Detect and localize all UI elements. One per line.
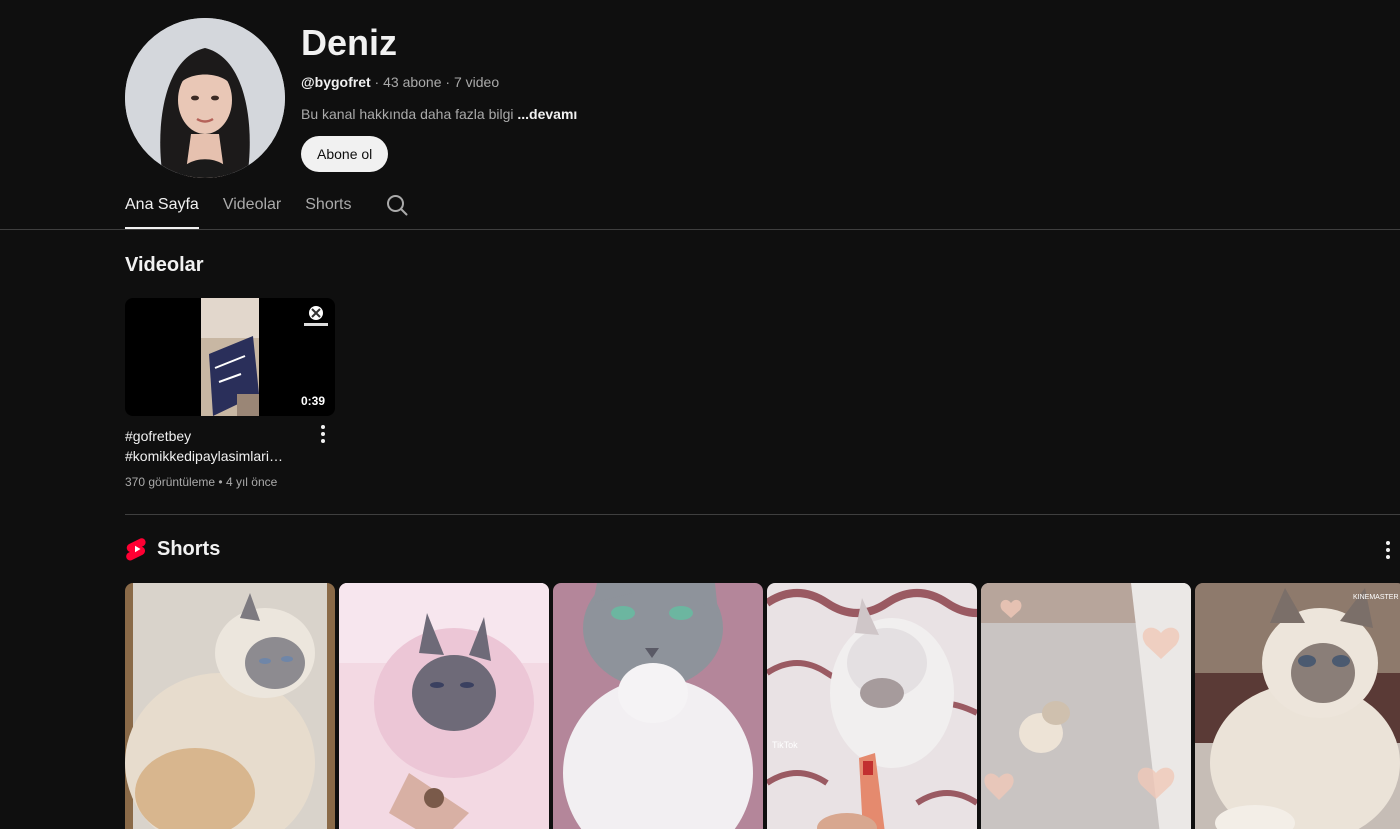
video-meta: 370 görüntüleme • 4 yıl önce [125, 473, 335, 491]
about-more-link[interactable]: ...devamı [517, 106, 577, 122]
video-duration: 0:39 [296, 392, 329, 410]
tab-videos[interactable]: Videolar [223, 188, 281, 229]
video-title-line: #gofretbey [125, 428, 192, 444]
channel-tabs: Ana Sayfa Videolar Shorts [125, 188, 410, 229]
channel-meta: Deniz @bygofret · 43 abone · 7 video Bu … [301, 22, 577, 172]
video-title-line: #komikkedipaylasimlari… [125, 448, 283, 464]
video-thumbnail[interactable]: 0:39 [125, 298, 335, 416]
video-count: 7 video [453, 74, 500, 90]
stats-separator: · [445, 74, 451, 90]
channel-name: Deniz [301, 22, 398, 63]
video-frame-image [201, 298, 259, 416]
section-divider [125, 514, 1400, 515]
tab-home[interactable]: Ana Sayfa [125, 188, 199, 229]
shorts-logo-icon [126, 538, 146, 561]
subscriber-count: 43 abone [383, 74, 442, 90]
channel-stats: @bygofret · 43 abone · 7 video [301, 72, 577, 92]
svg-text:TikTok: TikTok [772, 740, 798, 750]
video-card[interactable]: 0:39 #gofretbey #komikkedipaylasimlari… … [125, 298, 335, 491]
short-thumbnail [553, 583, 763, 829]
short-thumbnail [339, 583, 549, 829]
video-title[interactable]: #gofretbey #komikkedipaylasimlari… [125, 426, 305, 466]
about-text: Bu kanal hakkında daha fazla bilgi [301, 106, 514, 122]
tab-shorts[interactable]: Shorts [305, 188, 351, 229]
shorts-section-title: Shorts [157, 537, 221, 560]
video-age: 4 yıl önce [225, 475, 278, 489]
subscribe-button[interactable]: Abone ol [301, 136, 389, 172]
short-thumbnail [981, 583, 1191, 829]
short-card[interactable]: KINEMASTER [1195, 583, 1400, 829]
more-vertical-icon[interactable] [313, 422, 333, 446]
short-card[interactable] [981, 583, 1191, 829]
short-thumbnail: TikTok [767, 583, 977, 829]
meta-bullet: • [218, 475, 223, 489]
shorts-shelf: TikTok KINEMASTER [125, 583, 1400, 829]
shorts-section-header: Shorts [125, 536, 220, 562]
kinemaster-logo [304, 306, 328, 326]
video-views: 370 görüntüleme [125, 475, 216, 489]
channel-about[interactable]: Bu kanal hakkında daha fazla bilgi ...de… [301, 104, 577, 124]
avatar-image [125, 18, 285, 178]
svg-text:KINEMASTER: KINEMASTER [1353, 594, 1399, 601]
short-thumbnail: KINEMASTER [1195, 583, 1400, 829]
channel-header: Deniz @bygofret · 43 abone · 7 video Bu … [125, 18, 1325, 178]
short-card[interactable] [553, 583, 763, 829]
channel-handle: @bygofret [301, 74, 371, 90]
search-icon[interactable] [384, 188, 410, 222]
short-card[interactable] [339, 583, 549, 829]
videos-section-title: Videolar [125, 254, 204, 276]
channel-avatar[interactable] [125, 18, 285, 178]
tabs-divider [0, 229, 1400, 230]
stats-separator: · [374, 74, 380, 90]
more-vertical-icon[interactable] [1378, 538, 1398, 562]
short-thumbnail [125, 583, 335, 829]
short-card[interactable] [125, 583, 335, 829]
short-card[interactable]: TikTok [767, 583, 977, 829]
